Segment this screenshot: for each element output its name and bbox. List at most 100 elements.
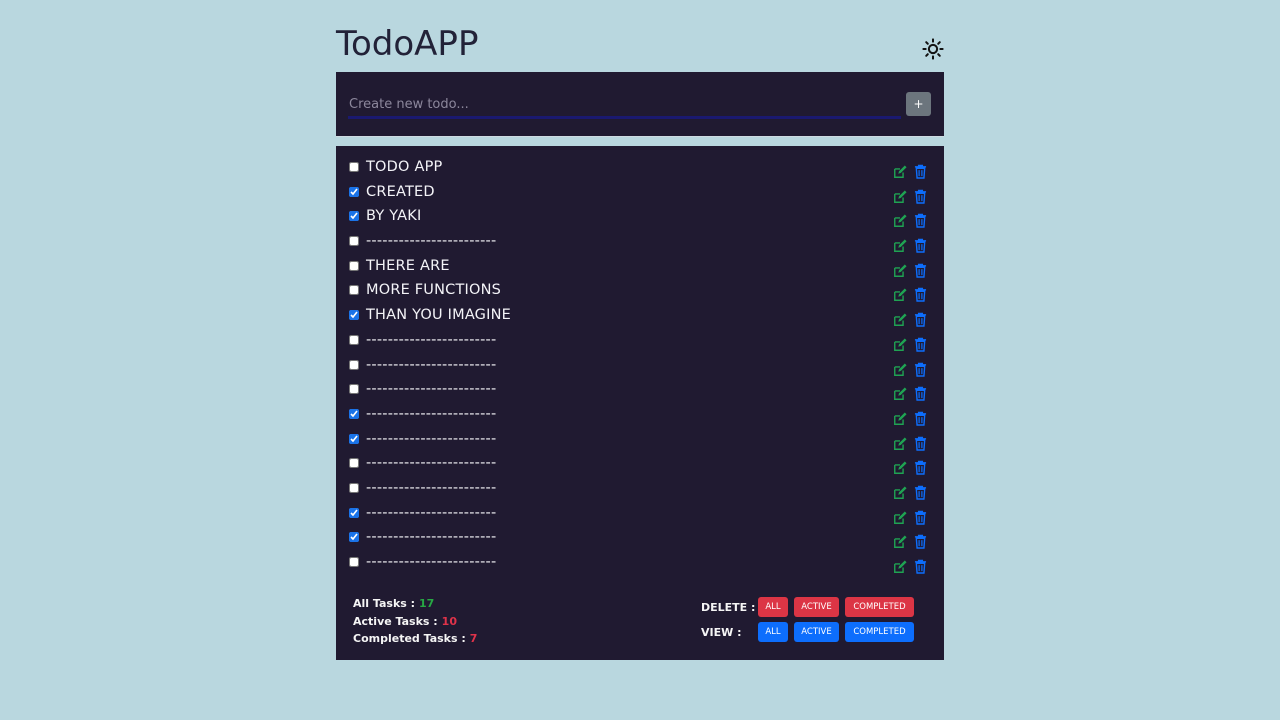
todo-text: ------------------------ <box>366 479 497 496</box>
delete-label: DELETE : <box>701 601 756 614</box>
todo-text: ------------------------ <box>366 356 497 373</box>
todo-item: ------------------------ <box>336 525 944 550</box>
todo-checkbox[interactable] <box>349 236 359 247</box>
trash-icon[interactable] <box>914 287 927 303</box>
todo-text: ------------------------ <box>366 554 497 570</box>
todo-text: ------------------------ <box>366 529 497 546</box>
trash-icon[interactable] <box>914 411 927 426</box>
view-label: VIEW : <box>701 626 742 639</box>
trash-icon[interactable] <box>914 362 927 377</box>
todo-item: ------------------------ <box>336 476 944 501</box>
stat-active-value: 10 <box>441 614 457 628</box>
edit-icon[interactable] <box>893 362 907 377</box>
todo-item: ------------------------ <box>336 328 944 353</box>
delete-active-button[interactable]: ACTIVE <box>794 597 839 617</box>
edit-icon[interactable] <box>893 288 907 302</box>
todo-checkbox[interactable] <box>349 260 359 271</box>
todo-item: THERE ARE <box>336 254 944 279</box>
stat-all-label: All Tasks : <box>353 597 416 610</box>
edit-icon[interactable] <box>893 511 907 525</box>
todo-text: ------------------------ <box>366 381 497 398</box>
todo-item: ------------------------ <box>336 550 944 575</box>
todo-item: ------------------------ <box>336 229 944 254</box>
app-title: TodoAPP <box>336 24 479 64</box>
todo-checkbox[interactable] <box>349 433 359 444</box>
todo-checkbox[interactable] <box>349 285 359 296</box>
trash-icon[interactable] <box>914 312 927 327</box>
view-active-button[interactable]: ACTIVE <box>794 622 839 642</box>
todo-item: ------------------------ <box>336 402 944 427</box>
todo-text: ------------------------ <box>366 233 497 250</box>
edit-icon[interactable] <box>893 239 907 253</box>
new-todo-input[interactable] <box>348 92 901 119</box>
edit-icon[interactable] <box>893 264 907 278</box>
todo-checkbox[interactable] <box>349 211 359 222</box>
edit-icon[interactable] <box>893 214 907 228</box>
todo-item: CREATED <box>336 180 944 205</box>
todo-text: THAN YOU IMAGINE <box>366 307 512 324</box>
todo-checkbox[interactable] <box>349 408 359 419</box>
trash-icon[interactable] <box>914 559 927 574</box>
edit-icon[interactable] <box>893 486 907 500</box>
trash-icon[interactable] <box>914 263 927 278</box>
trash-icon[interactable] <box>914 485 927 500</box>
sun-icon[interactable] <box>922 38 944 60</box>
edit-icon[interactable] <box>893 313 907 327</box>
stat-completed-value: 7 <box>469 632 478 646</box>
stat-all-value: 17 <box>419 597 435 610</box>
trash-icon[interactable] <box>914 436 927 451</box>
todo-checkbox[interactable] <box>349 186 359 197</box>
add-todo-button[interactable]: + <box>906 92 931 116</box>
edit-icon[interactable] <box>893 190 907 204</box>
todo-item: MORE FUNCTIONS <box>336 278 944 303</box>
edit-icon[interactable] <box>893 412 907 426</box>
delete-all-button[interactable]: ALL <box>758 597 788 617</box>
view-all-button[interactable]: ALL <box>758 622 788 642</box>
stat-all-tasks: All Tasks :17 <box>353 595 477 613</box>
trash-icon[interactable] <box>914 164 927 179</box>
edit-icon[interactable] <box>893 165 907 179</box>
todo-checkbox[interactable] <box>349 162 359 172</box>
todo-checkbox[interactable] <box>349 557 359 567</box>
todo-item: ------------------------ <box>336 451 944 476</box>
edit-icon[interactable] <box>893 387 907 401</box>
todo-checkbox[interactable] <box>349 507 359 518</box>
todo-checkbox[interactable] <box>349 458 359 469</box>
trash-icon[interactable] <box>914 510 927 525</box>
edit-icon[interactable] <box>893 560 907 574</box>
todo-checkbox[interactable] <box>349 384 359 395</box>
todo-list-panel: TODO APP CREATED BY YAKI ------------------… <box>336 146 944 660</box>
trash-icon[interactable] <box>914 460 927 475</box>
todo-text: THERE ARE <box>366 257 450 274</box>
edit-icon[interactable] <box>893 535 907 549</box>
todo-item: TODO APP <box>336 155 944 180</box>
new-todo-panel: + <box>336 72 944 137</box>
edit-icon[interactable] <box>893 461 907 475</box>
trash-icon[interactable] <box>914 213 927 229</box>
view-completed-button[interactable]: COMPLETED <box>845 622 914 642</box>
task-stats: All Tasks :17 Active Tasks :10 Completed… <box>353 595 477 648</box>
todo-text: ------------------------ <box>366 430 497 447</box>
edit-icon[interactable] <box>893 338 907 352</box>
stat-completed-tasks: Completed Tasks :7 <box>353 630 477 648</box>
todo-text: ------------------------ <box>366 504 497 521</box>
todo-checkbox[interactable] <box>349 310 359 321</box>
todo-item: ------------------------ <box>336 427 944 452</box>
trash-icon[interactable] <box>914 534 927 550</box>
stat-completed-label: Completed Tasks : <box>353 632 466 646</box>
trash-icon[interactable] <box>914 238 927 253</box>
todo-checkbox[interactable] <box>349 482 359 493</box>
trash-icon[interactable] <box>914 337 927 352</box>
todo-checkbox[interactable] <box>349 532 359 543</box>
delete-controls: DELETE : ALL ACTIVE COMPLETED <box>698 597 928 622</box>
trash-icon[interactable] <box>914 386 927 401</box>
edit-icon[interactable] <box>893 437 907 451</box>
todo-list: TODO APP CREATED BY YAKI ------------------… <box>336 155 944 575</box>
todo-checkbox[interactable] <box>349 334 359 345</box>
delete-completed-button[interactable]: COMPLETED <box>845 597 914 617</box>
todo-app: TodoAPP + TODO APP CREATED BY YAKI --------… <box>336 0 944 660</box>
header: TodoAPP <box>336 0 944 72</box>
stat-active-label: Active Tasks : <box>353 614 438 628</box>
todo-checkbox[interactable] <box>349 359 359 370</box>
trash-icon[interactable] <box>914 189 927 204</box>
